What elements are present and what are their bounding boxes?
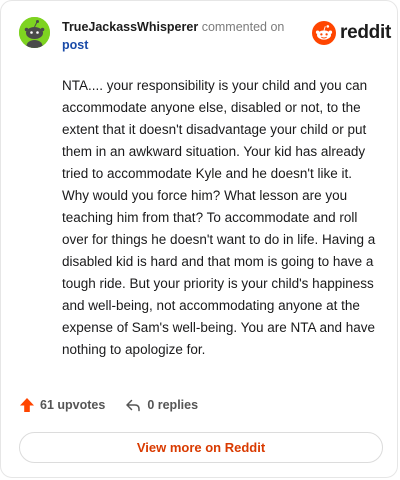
upvote-count: 61 upvotes <box>40 398 106 412</box>
post-link[interactable]: post <box>62 38 88 52</box>
comment-body: NTA.... your responsibility is your chil… <box>62 78 376 357</box>
upvote-button[interactable]: 61 upvotes <box>19 397 105 413</box>
replies-count: 0 replies <box>147 398 199 412</box>
comment-header: TrueJackassWhisperer commented on post <box>62 18 297 54</box>
reddit-logo[interactable]: reddit <box>312 21 391 45</box>
comment-card: TrueJackassWhisperer commented on post r… <box>0 0 398 478</box>
commented-on-text: commented on <box>201 20 285 34</box>
snoo-avatar-icon <box>19 17 50 48</box>
reddit-logo-icon <box>312 21 336 45</box>
username[interactable]: TrueJackassWhisperer <box>62 20 198 34</box>
user-avatar[interactable] <box>19 17 50 48</box>
replies-button[interactable]: 0 replies <box>125 397 198 413</box>
view-more-button[interactable]: View more on Reddit <box>19 432 383 463</box>
comment-actions: 61 upvotes 0 replies <box>19 397 198 413</box>
reddit-wordmark: reddit <box>340 22 391 43</box>
reply-arrow-icon <box>126 399 141 412</box>
upvote-arrow-icon <box>20 398 34 412</box>
